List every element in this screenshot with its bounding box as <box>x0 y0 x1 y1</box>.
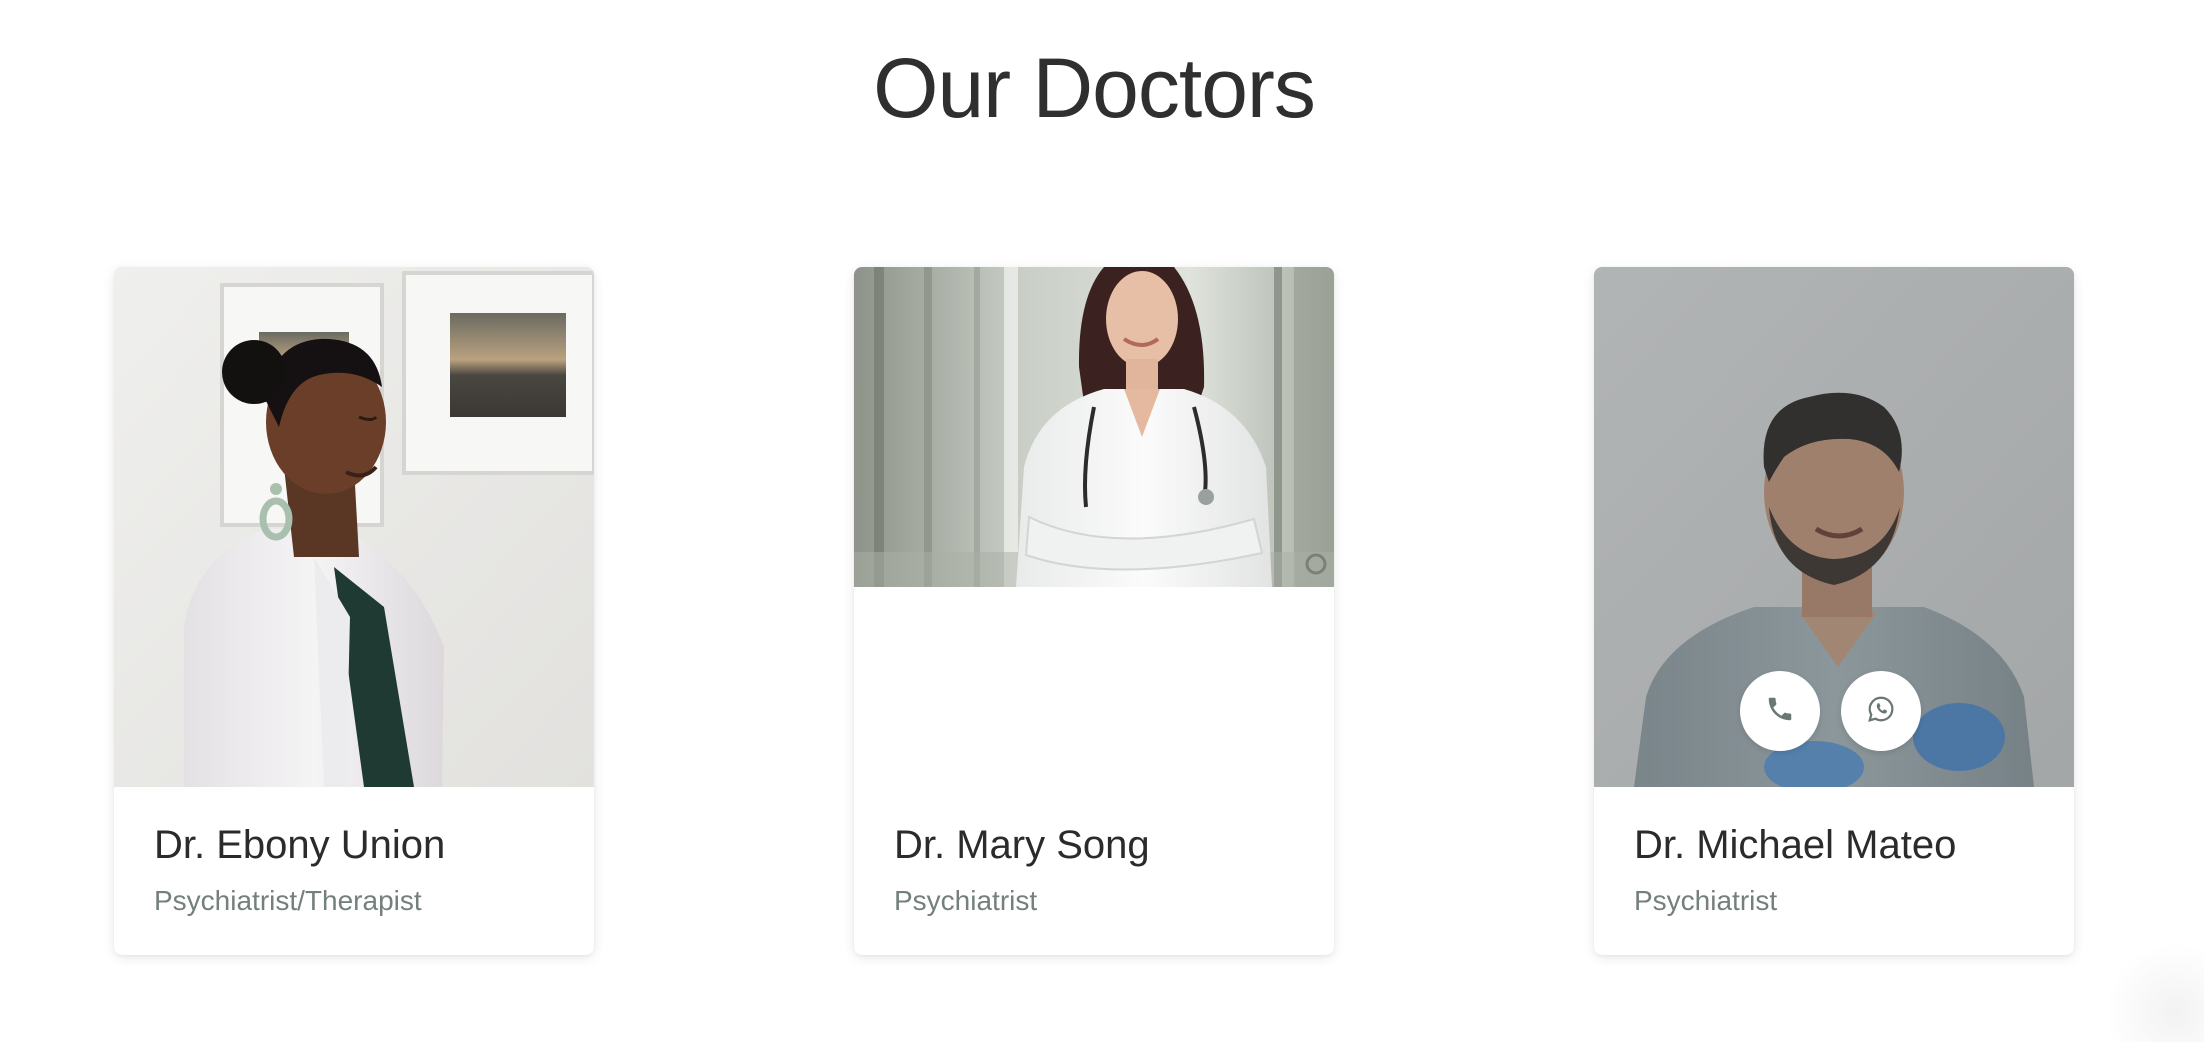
doctor-photo <box>1594 267 2074 787</box>
whatsapp-button[interactable] <box>1841 671 1921 751</box>
doctor-role: Psychiatrist <box>1634 885 1778 916</box>
section-title: Our Doctors <box>873 41 1316 135</box>
photo-hover-overlay <box>1594 267 2074 787</box>
doctor-name: Dr. Mary Song <box>894 823 1150 867</box>
doctor-role: Psychiatrist/Therapist <box>154 885 422 916</box>
doctors-page: Our Doctors Dr. Ebony Union Psychiatrist… <box>0 0 2204 1042</box>
doctor-name: Dr. Michael Mateo <box>1634 823 1957 867</box>
phone-icon <box>1765 694 1795 729</box>
doctor-card-michael-mateo[interactable]: Dr. Michael Mateo Psychiatrist <box>1594 267 2074 955</box>
doctor-card-ebony-union[interactable]: Dr. Ebony Union Psychiatrist/Therapist <box>114 267 594 955</box>
doctor-card-mary-song[interactable]: Dr. Mary Song Psychiatrist <box>854 267 1334 955</box>
doctor-name: Dr. Ebony Union <box>154 823 446 867</box>
phone-button[interactable] <box>1740 671 1820 751</box>
doctor-photo <box>854 267 1334 587</box>
doctor-role: Psychiatrist <box>894 885 1038 916</box>
corner-shadow <box>2104 942 2204 1042</box>
doctor-photo <box>114 267 594 787</box>
whatsapp-icon <box>1866 694 1896 729</box>
